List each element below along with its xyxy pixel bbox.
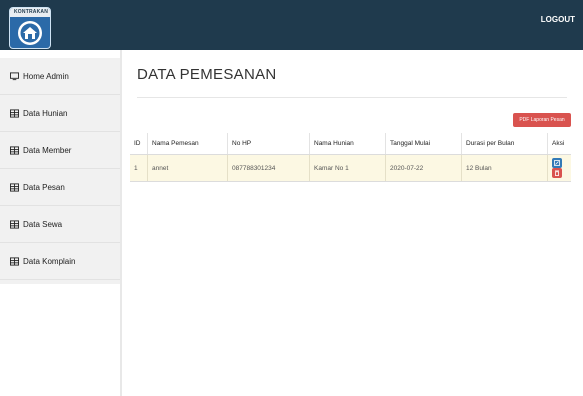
sidebar-item-data-hunian[interactable]: Data Hunian (0, 95, 120, 132)
column-header-nama-pemesan: Nama Pemesan (147, 133, 228, 155)
app-logo[interactable]: KONTRAKAN (9, 7, 51, 49)
cell-id: 1 (130, 154, 148, 182)
title-divider (137, 97, 567, 98)
cell-no-hp: 087788301234 (227, 154, 310, 182)
table-icon (10, 256, 19, 266)
sidebar-item-label: Data Member (23, 145, 72, 155)
cell-durasi: 12 Bulan (461, 154, 548, 182)
table-icon (10, 108, 19, 118)
column-header-durasi: Durasi per Bulan (461, 133, 548, 155)
column-header-aksi: Aksi (547, 133, 571, 155)
table-icon (10, 182, 19, 192)
page-title: DATA PEMESANAN (137, 66, 277, 83)
logout-link[interactable]: LOGOUT (541, 15, 575, 24)
table-icon (10, 219, 19, 229)
sidebar-item-label: Data Sewa (23, 219, 63, 229)
top-navbar: KONTRAKAN LOGOUT (0, 0, 583, 50)
monitor-icon (10, 71, 19, 80)
delete-button[interactable] (552, 168, 562, 178)
pdf-report-button[interactable]: PDF Laporan Pesan (513, 113, 571, 127)
column-header-nama-hunian: Nama Hunian (309, 133, 386, 155)
table-row: 1 annet 087788301234 Kamar No 1 2020-07-… (130, 154, 571, 182)
table-header-row: ID Nama Pemesan No HP Nama Hunian Tangga… (130, 133, 571, 155)
edit-button[interactable] (552, 158, 562, 168)
house-icon (18, 21, 42, 45)
column-header-id: ID (130, 133, 148, 155)
cell-tanggal-mulai: 2020-07-22 (385, 154, 462, 182)
sidebar-item-label: Home Admin (23, 71, 69, 81)
sidebar-item-label: Data Hunian (23, 108, 68, 118)
sidebar-item-data-sewa[interactable]: Data Sewa (0, 206, 120, 243)
main-content: DATA PEMESANAN PDF Laporan Pesan ID Nama… (122, 50, 583, 396)
sidebar-item-data-komplain[interactable]: Data Komplain (0, 243, 120, 280)
sidebar: Home Admin Data Hunian Data Member Data … (0, 58, 120, 284)
logo-text: KONTRAKAN (14, 9, 49, 15)
sidebar-item-data-pesan[interactable]: Data Pesan (0, 169, 120, 206)
column-header-tanggal-mulai: Tanggal Mulai (385, 133, 462, 155)
edit-icon (554, 160, 560, 166)
logo-band: KONTRAKAN (10, 8, 50, 17)
sidebar-item-home-admin[interactable]: Home Admin (0, 58, 120, 95)
sidebar-item-label: Data Pesan (23, 182, 65, 192)
reservations-table: ID Nama Pemesan No HP Nama Hunian Tangga… (130, 133, 571, 182)
cell-nama-pemesan: annet (147, 154, 228, 182)
cell-nama-hunian: Kamar No 1 (309, 154, 386, 182)
table-icon (10, 145, 19, 155)
column-header-no-hp: No HP (227, 133, 310, 155)
sidebar-item-data-member[interactable]: Data Member (0, 132, 120, 169)
sidebar-item-label: Data Komplain (23, 256, 76, 266)
cell-aksi (547, 154, 571, 182)
trash-icon (555, 170, 559, 176)
